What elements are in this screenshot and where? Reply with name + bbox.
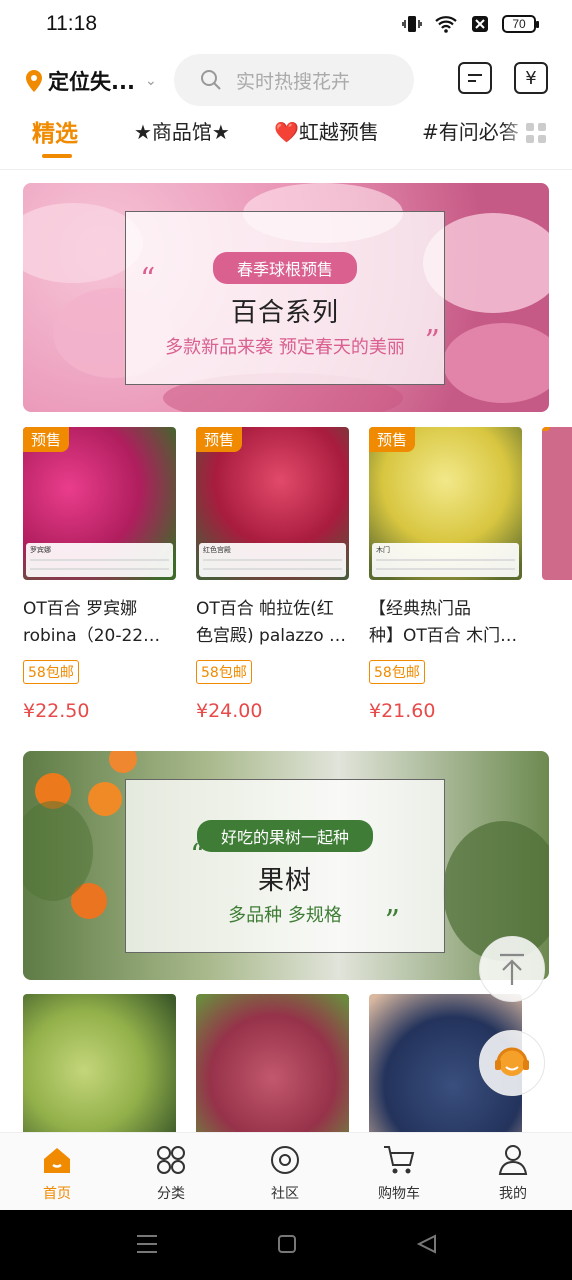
free-shipping-badge: 58包邮 — [23, 660, 79, 684]
product-card[interactable] — [196, 994, 349, 1132]
nav-profile[interactable]: 我的 — [468, 1141, 558, 1203]
lily-banner-card: 春季球根预售 百合系列 多款新品来袭 预定春天的美丽 “ ” — [125, 211, 445, 385]
home-icon — [44, 1148, 70, 1173]
fruit-banner-card: 好吃的果树一起种 果树 多品种 多规格 “ ” — [125, 779, 445, 953]
presale-tag: 预售 — [196, 427, 243, 452]
message-button[interactable] — [458, 62, 492, 94]
product-card[interactable]: 预售 罗宾娜 OT百合 罗宾娜 robina（20-22）… 58包邮 ¥22.… — [23, 427, 176, 722]
cart-icon — [384, 1146, 415, 1174]
nav-label: 购物车 — [378, 1186, 420, 1202]
nav-label: 分类 — [157, 1186, 185, 1202]
status-icons: 70 — [402, 14, 539, 34]
battery-icon: 70 — [502, 15, 539, 33]
nav-category[interactable]: 分类 — [126, 1141, 216, 1203]
product-image — [23, 994, 176, 1132]
tab-presale[interactable]: ❤️虹越预售 — [274, 116, 379, 145]
product-name: 【经典热门品 种】OT百合 木门… — [369, 599, 518, 646]
category-icon — [157, 1146, 185, 1174]
coupon-button[interactable]: ¥ — [514, 62, 548, 94]
home-square-icon[interactable] — [277, 1234, 297, 1254]
tab-featured[interactable]: 精选 — [32, 114, 78, 148]
product-image — [542, 427, 572, 580]
banner-pill: 好吃的果树一起种 — [196, 820, 373, 852]
search-placeholder: 实时热搜花卉 — [236, 70, 351, 93]
product-price: ¥22.50 — [23, 700, 90, 722]
quote-close-icon: ” — [384, 904, 400, 939]
nav-label: 我的 — [499, 1186, 527, 1202]
free-shipping-badge: 58包邮 — [369, 660, 425, 684]
nav-home[interactable]: 首页 — [12, 1141, 102, 1203]
banner-title: 百合系列 — [230, 298, 339, 328]
lily-product-list: 预售 罗宾娜 OT百合 罗宾娜 robina（20-22）… 58包邮 ¥22.… — [23, 427, 572, 737]
status-bar: 11:18 70 — [0, 0, 572, 50]
banner-subtitle: 多款新品来袭 预定春天的美丽 — [165, 337, 405, 358]
product-image — [196, 994, 349, 1132]
chevron-down-icon: ⌄ — [144, 73, 157, 89]
lily-banner[interactable]: 春季球根预售 百合系列 多款新品来袭 预定春天的美丽 “ ” — [23, 183, 549, 412]
location-text: 定位失... — [48, 70, 135, 94]
no-sim-icon — [472, 16, 488, 32]
community-icon — [271, 1146, 299, 1174]
nav-label: 首页 — [43, 1186, 71, 1202]
nav-label: 社区 — [271, 1186, 299, 1202]
presale-tag: 预售 — [23, 427, 70, 452]
product-name: OT百合 帕拉佐(红 色宫殿) palazzo … — [196, 599, 347, 646]
tab-presale-label: 虹越预售 — [298, 120, 379, 144]
tab-goods-hall[interactable]: ★商品馆★ — [134, 116, 230, 145]
product-price: ¥24.00 — [196, 700, 263, 722]
banner-pill: 春季球根预售 — [212, 252, 357, 284]
arrow-up-icon — [500, 953, 524, 985]
nav-cart[interactable]: 购物车 — [354, 1141, 444, 1203]
product-image: 预售 罗宾娜 — [23, 427, 176, 580]
product-image: 预售 木门 — [369, 427, 522, 580]
fruit-tree-banner[interactable]: 好吃的果树一起种 果树 多品种 多规格 “ ” — [23, 751, 549, 980]
product-name: OT百合 罗宾娜 robina（20-22）… — [23, 599, 176, 646]
tab-underline — [42, 154, 72, 158]
quote-open-icon: “ — [190, 838, 206, 873]
grid-menu-icon[interactable] — [525, 122, 547, 144]
customer-service-button[interactable] — [479, 1030, 545, 1096]
profile-icon — [498, 1145, 528, 1175]
search-icon — [201, 70, 221, 90]
product-card-partial[interactable] — [542, 427, 572, 580]
back-triangle-icon[interactable] — [416, 1234, 438, 1254]
product-card[interactable]: 预售 木门 【经典热门品 种】OT百合 木门… 58包邮 ¥21.60 — [369, 427, 522, 722]
nav-community[interactable]: 社区 — [240, 1141, 330, 1203]
status-time: 11:18 — [46, 12, 97, 35]
product-info-label: 红色宫殿 — [199, 543, 346, 577]
product-info-label: 罗宾娜 — [26, 543, 173, 577]
bottom-nav: 首页 分类 社区 购物车 我的 — [0, 1132, 572, 1210]
menu-icon[interactable] — [136, 1234, 158, 1254]
back-to-top-button[interactable] — [479, 936, 545, 1002]
quote-close-icon: ” — [424, 324, 440, 359]
product-image: 预售 红色宫殿 — [196, 427, 349, 580]
location-pin-icon — [26, 70, 42, 92]
wifi-icon — [435, 16, 457, 33]
heart-icon: ❤️ — [274, 120, 299, 144]
system-nav-bar — [0, 1210, 572, 1280]
yuan-icon: ¥ — [525, 67, 537, 89]
product-card[interactable]: 预售 红色宫殿 OT百合 帕拉佐(红 色宫殿) palazzo … 58包邮 ¥… — [196, 427, 349, 722]
message-icon — [468, 74, 482, 82]
banner-title: 果树 — [257, 866, 312, 896]
product-info-label: 木门 — [372, 543, 519, 577]
search-input[interactable]: 实时热搜花卉 — [174, 54, 414, 106]
presale-tag: 预售 — [369, 427, 416, 452]
product-card[interactable] — [23, 994, 176, 1132]
product-price: ¥21.60 — [369, 700, 436, 722]
customer-service-icon — [495, 1047, 529, 1076]
banner-subtitle: 多品种 多规格 — [228, 905, 342, 926]
presale-tag — [542, 427, 550, 431]
vibrate-icon — [402, 16, 422, 32]
category-tabs: 精选 ★商品馆★ ❤️虹越预售 #有问必答 — [0, 108, 572, 170]
free-shipping-badge: 58包邮 — [196, 660, 252, 684]
header: 定位失... ⌄ 实时热搜花卉 ¥ — [0, 50, 572, 108]
quote-open-icon: “ — [140, 262, 156, 297]
location-selector[interactable]: 定位失... ⌄ — [24, 66, 157, 96]
